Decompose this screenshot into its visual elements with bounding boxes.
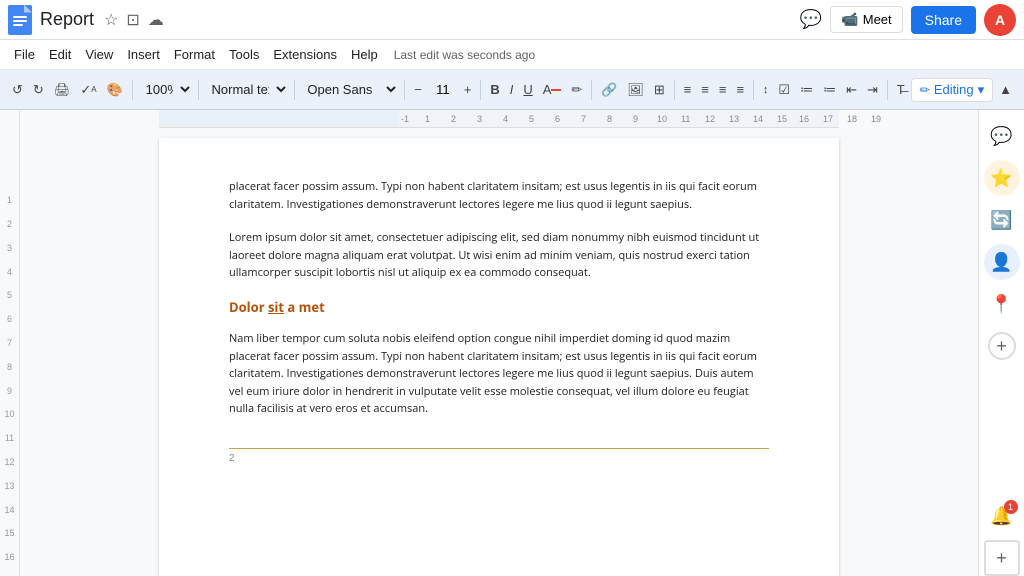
last-edit: Last edit was seconds ago bbox=[394, 48, 535, 62]
share-button[interactable]: Share bbox=[911, 6, 976, 34]
zoom-select[interactable]: 100% 75% 125% 150% bbox=[138, 79, 193, 100]
maps-sidebar-button[interactable]: 📍 bbox=[984, 286, 1020, 322]
increase-indent-button[interactable]: ⇥ bbox=[863, 79, 882, 101]
line-spacing-button[interactable]: ↕ bbox=[759, 81, 773, 99]
notification-badge: 1 bbox=[1004, 500, 1018, 514]
align-right-button[interactable]: ≡ bbox=[715, 79, 731, 100]
top-ruler: -1 1 2 3 4 5 6 7 8 9 10 11 12 13 14 15 1… bbox=[159, 110, 839, 128]
menu-help[interactable]: Help bbox=[345, 45, 384, 64]
numbered-list-button[interactable]: ≔ bbox=[819, 79, 840, 101]
style-select[interactable]: Normal text Heading 1 Heading 2 Heading … bbox=[204, 79, 289, 100]
align-justify-button[interactable]: ≡ bbox=[732, 79, 748, 100]
right-sidebar: 💬 ⭐ 🔄 👤 📍 + 🔔 1 + bbox=[978, 110, 1024, 576]
bookmarks-sidebar-button[interactable]: ⭐ bbox=[984, 160, 1020, 196]
heading: Dolor sit a met bbox=[229, 298, 769, 316]
ruler-num bbox=[0, 180, 19, 195]
sync-sidebar-button[interactable]: 🔄 bbox=[984, 202, 1020, 238]
main: 1 2 3 4 5 6 7 8 9 10 11 12 13 14 15 16 -… bbox=[0, 110, 1024, 576]
meet-button[interactable]: 📹 Meet bbox=[830, 6, 902, 33]
left-ruler: 1 2 3 4 5 6 7 8 9 10 11 12 13 14 15 16 bbox=[0, 110, 20, 576]
doc-icon bbox=[8, 5, 32, 35]
pencil-icon: ✏ bbox=[920, 83, 930, 97]
italic-button[interactable]: I bbox=[506, 79, 518, 100]
doc-title: Report bbox=[40, 9, 94, 30]
font-select[interactable]: Open Sans Arial Times New Roman Roboto bbox=[299, 79, 399, 100]
menu-extensions[interactable]: Extensions bbox=[267, 45, 343, 64]
meet-icon: 📹 bbox=[841, 11, 858, 28]
title-bar: Report ☆ ⊡ ☁ 💬 📹 Meet Share A bbox=[0, 0, 1024, 40]
table-button[interactable]: ⊞ bbox=[650, 79, 669, 101]
underline-button[interactable]: U bbox=[519, 79, 536, 100]
comments-sidebar-button[interactable]: 💬 bbox=[984, 118, 1020, 154]
page-number: 2 bbox=[229, 453, 235, 464]
heading-underline: sit bbox=[268, 298, 284, 316]
link-button[interactable]: 🔗 bbox=[597, 79, 621, 101]
avatar[interactable]: A bbox=[984, 4, 1016, 36]
menu-edit[interactable]: Edit bbox=[43, 45, 77, 64]
checklist-button[interactable]: ☑ bbox=[774, 79, 794, 101]
increase-font-button[interactable]: + bbox=[460, 79, 476, 100]
font-size-input[interactable] bbox=[428, 82, 458, 97]
toolbar: ↺ ↻ 🖨 ✓A 🎨 100% 75% 125% 150% Normal tex… bbox=[0, 70, 1024, 110]
highlight-button[interactable]: ✏ bbox=[567, 79, 586, 101]
undo-button[interactable]: ↺ bbox=[8, 79, 27, 101]
paragraph-3: Nam liber tempor cum soluta nobis eleife… bbox=[229, 330, 769, 418]
menu-view[interactable]: View bbox=[79, 45, 119, 64]
text-color-button[interactable]: A bbox=[539, 79, 566, 100]
spellcheck-button[interactable]: ✓A bbox=[76, 79, 100, 101]
image-button[interactable]: 🖼 bbox=[623, 79, 648, 101]
document-page[interactable]: placerat facer possim assum. Typi non ha… bbox=[159, 138, 839, 576]
header-right: 💬 📹 Meet Share A bbox=[800, 4, 1016, 36]
editing-label: Editing bbox=[934, 82, 974, 97]
doc-area[interactable]: -1 1 2 3 4 5 6 7 8 9 10 11 12 13 14 15 1… bbox=[20, 110, 978, 576]
chevron-down-icon: ▾ bbox=[978, 82, 985, 98]
collapse-button[interactable]: ▲ bbox=[995, 79, 1016, 100]
save-status-button[interactable]: ⊡ bbox=[124, 8, 141, 32]
bold-button[interactable]: B bbox=[486, 79, 503, 100]
print-button[interactable]: 🖨 bbox=[50, 79, 75, 101]
menu-tools[interactable]: Tools bbox=[223, 45, 265, 64]
menu-insert[interactable]: Insert bbox=[121, 45, 166, 64]
editing-button[interactable]: ✏ Editing ▾ bbox=[911, 78, 993, 102]
clear-format-button[interactable]: T̶ bbox=[893, 79, 909, 100]
decrease-indent-button[interactable]: ⇤ bbox=[842, 79, 861, 101]
bullet-list-button[interactable]: ≔ bbox=[796, 79, 817, 101]
menu-format[interactable]: Format bbox=[168, 45, 221, 64]
decrease-font-button[interactable]: − bbox=[410, 79, 426, 100]
add-bottom-button[interactable]: + bbox=[984, 540, 1020, 576]
paragraph-1: placerat facer possim assum. Typi non ha… bbox=[229, 178, 769, 213]
notification-area: 🔔 1 bbox=[984, 498, 1020, 534]
star-button[interactable]: ☆ bbox=[102, 8, 120, 32]
redo-button[interactable]: ↻ bbox=[29, 79, 48, 101]
paint-format-button[interactable]: 🎨 bbox=[103, 79, 127, 101]
menu-file[interactable]: File bbox=[8, 45, 41, 64]
menu-bar: File Edit View Insert Format Tools Exten… bbox=[0, 40, 1024, 70]
cloud-button[interactable]: ☁ bbox=[146, 8, 166, 32]
add-sidebar-button[interactable]: + bbox=[988, 332, 1016, 360]
meet-label: Meet bbox=[863, 12, 892, 27]
align-center-button[interactable]: ≡ bbox=[697, 79, 713, 100]
title-icons: ☆ ⊡ ☁ bbox=[102, 8, 166, 32]
people-sidebar-button[interactable]: 👤 bbox=[984, 244, 1020, 280]
page-footer: 2 bbox=[229, 448, 769, 464]
align-left-button[interactable]: ≡ bbox=[680, 79, 696, 100]
chat-button[interactable]: 💬 bbox=[800, 9, 822, 30]
paragraph-2: Lorem ipsum dolor sit amet, consectetuer… bbox=[229, 229, 769, 282]
